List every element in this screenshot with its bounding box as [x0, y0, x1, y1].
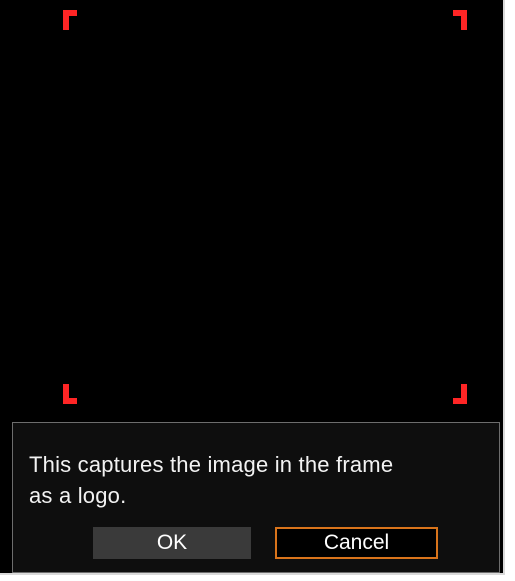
dialog-message: This captures the image in the frame as …	[29, 449, 469, 511]
frame-corner-bottom-right-icon	[453, 384, 467, 404]
dialog-message-line-1: This captures the image in the frame	[29, 452, 394, 477]
frame-corner-bottom-left-icon	[63, 384, 77, 404]
logo-capture-screen: This captures the image in the frame as …	[0, 0, 505, 575]
frame-corner-top-left-icon	[63, 10, 77, 30]
frame-corner-top-right-icon	[453, 10, 467, 30]
cancel-button[interactable]: Cancel	[275, 527, 438, 559]
confirmation-dialog: This captures the image in the frame as …	[12, 422, 500, 573]
ok-button[interactable]: OK	[93, 527, 251, 559]
dialog-message-line-2: as a logo.	[29, 483, 127, 508]
